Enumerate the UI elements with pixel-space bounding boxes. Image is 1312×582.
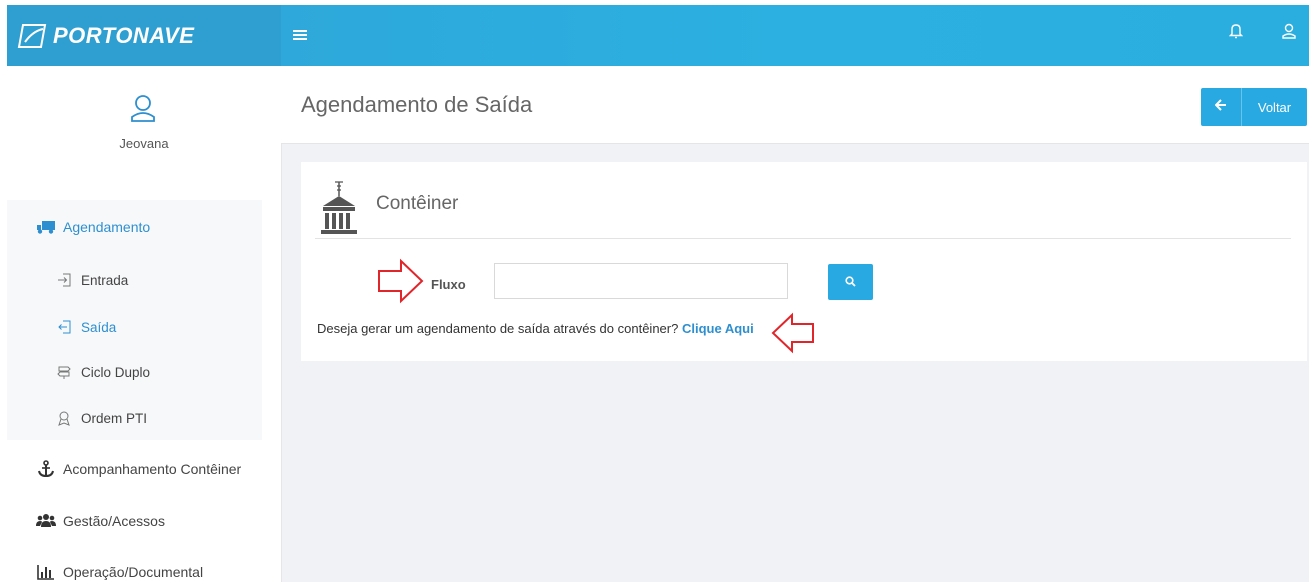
bell-icon[interactable]: [1228, 23, 1251, 47]
page-title: Agendamento de Saída: [301, 92, 533, 117]
fluxo-label: Fluxo: [431, 277, 466, 292]
hint-text: Deseja gerar um agendamento de saída atr…: [317, 321, 754, 336]
sidebar-item-entrada[interactable]: Entrada: [53, 262, 327, 298]
back-button-label: Voltar: [1257, 99, 1292, 115]
sign-out-icon: [53, 318, 75, 336]
sidebar-item-ciclo-duplo[interactable]: Ciclo Duplo: [53, 354, 327, 390]
annotation-arrow-left-icon: [771, 312, 814, 354]
divider: [315, 238, 1291, 239]
panel-title: Contêiner: [376, 193, 459, 214]
sidebar-item-operacao[interactable]: Operação/Documental: [35, 554, 309, 582]
top-bar: PORTONAVE: [7, 5, 1309, 66]
brand-name: PORTONAVE: [53, 22, 195, 48]
container-panel: Contêiner Fluxo Deseja gerar um agendame…: [301, 162, 1307, 361]
fluxo-input[interactable]: [494, 263, 788, 299]
app-frame: PORTONAVE Jeovana Agendamento Entrada Sa…: [7, 5, 1309, 582]
brand-logo-icon: [17, 23, 47, 49]
username: Jeovana: [119, 136, 169, 151]
sidebar-item-label: Agendamento: [63, 219, 151, 235]
sidebar-item-label: Ciclo Duplo: [81, 364, 151, 380]
sidebar-item-agendamento[interactable]: Agendamento: [35, 209, 309, 245]
clique-aqui-link[interactable]: Clique Aqui: [682, 321, 754, 336]
search-button[interactable]: [828, 264, 873, 300]
page-header: Agendamento de Saída Voltar: [281, 66, 1309, 144]
users-icon: [35, 512, 57, 530]
arrow-left-icon: [1201, 88, 1242, 126]
back-button[interactable]: Voltar: [1201, 88, 1307, 126]
sidebar-item-label: Operação/Documental: [63, 564, 204, 580]
sidebar-item-label: Acompanhamento Contêiner: [63, 461, 242, 477]
brand[interactable]: PORTONAVE: [7, 5, 281, 66]
sidebar-item-ordem-pti[interactable]: Ordem PTI: [53, 400, 327, 436]
hint-message: Deseja gerar um agendamento de saída atr…: [317, 321, 679, 336]
hamburger-icon[interactable]: [293, 23, 317, 47]
truck-icon: [35, 218, 57, 236]
avatar-user-icon: [130, 94, 156, 122]
sidebar-item-label: Gestão/Acessos: [63, 513, 165, 529]
sidebar-item-acompanhamento[interactable]: Acompanhamento Contêiner: [35, 451, 309, 487]
sidebar-item-label: Entrada: [81, 272, 129, 288]
user-icon[interactable]: [1281, 23, 1303, 47]
sidebar-item-label: Saída: [81, 319, 117, 335]
sidebar-item-saida[interactable]: Saída: [53, 309, 327, 345]
sidebar-item-label: Ordem PTI: [81, 410, 148, 426]
sidebar-item-gestao[interactable]: Gestão/Acessos: [35, 503, 309, 539]
anchor-icon: [35, 460, 57, 478]
annotation-arrow-right-icon: [378, 258, 424, 304]
search-icon: [845, 275, 856, 290]
sidebar: Jeovana Agendamento Entrada Saída Ciclo …: [7, 66, 282, 582]
badge-icon: [53, 409, 75, 427]
sign-in-icon: [53, 271, 75, 289]
signpost-icon: [53, 363, 75, 381]
crane-container-icon: [317, 176, 361, 236]
bar-chart-icon: [35, 563, 57, 581]
profile: Jeovana: [7, 66, 281, 176]
